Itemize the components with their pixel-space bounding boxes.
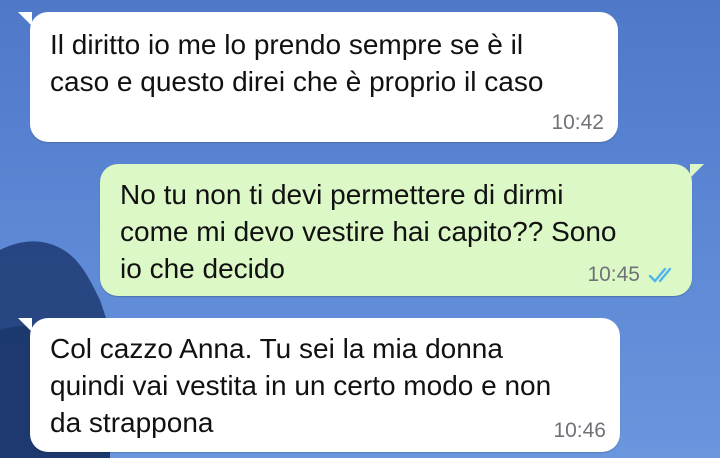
message-bubble-incoming[interactable]: Col cazzo Anna. Tu sei la mia donna quin… — [18, 318, 620, 452]
message-meta: 10:46 — [553, 419, 606, 443]
double-check-read-icon — [648, 267, 672, 283]
bubble-tail — [690, 164, 704, 178]
message-text: Il diritto io me lo prendo sempre se è i… — [50, 29, 544, 97]
message-bubble-outgoing[interactable]: No tu non ti devi permettere di dirmi co… — [100, 164, 704, 296]
message-bubble-incoming[interactable]: Il diritto io me lo prendo sempre se è i… — [18, 12, 618, 142]
message-timestamp: 10:42 — [551, 111, 604, 134]
message-meta: 10:45 — [587, 263, 678, 287]
message-meta: 10:42 — [551, 111, 604, 135]
bubble-tail — [18, 318, 32, 332]
message-text: Col cazzo Anna. Tu sei la mia donna quin… — [50, 333, 552, 438]
message-timestamp: 10:46 — [553, 419, 606, 442]
bubble-tail — [18, 12, 32, 26]
message-timestamp: 10:45 — [587, 263, 640, 286]
